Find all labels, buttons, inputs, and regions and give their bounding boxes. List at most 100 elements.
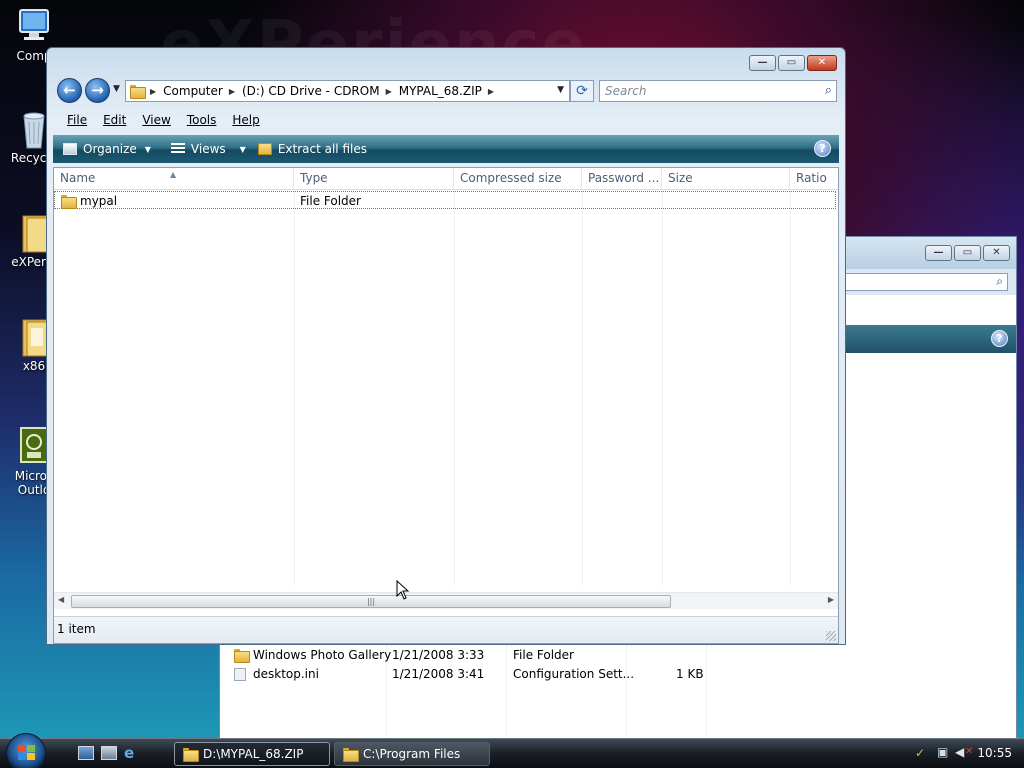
file-icon [234, 668, 246, 681]
windows-logo-icon [18, 745, 36, 761]
maximize-button[interactable]: ▭ [954, 245, 981, 261]
address-dropdown-icon[interactable]: ▼ [557, 85, 564, 95]
column-ratio[interactable]: Ratio [790, 168, 838, 189]
views-button[interactable]: Views ▼ [170, 142, 246, 156]
chevron-right-icon[interactable]: ▶ [150, 87, 156, 96]
column-type[interactable]: Type [294, 168, 454, 189]
chevron-down-icon: ▼ [239, 144, 246, 154]
views-icon [170, 143, 185, 155]
minimize-button[interactable]: — [749, 55, 776, 71]
breadcrumb-zip[interactable]: MYPAL_68.ZIP [399, 84, 482, 98]
refresh-button[interactable]: ⟳ [570, 80, 594, 102]
chevron-down-icon: ▼ [144, 144, 151, 154]
system-tray: ✓ ▣ ◀ ✕ 10:55 [909, 739, 1024, 768]
file-type: Configuration Sett... [513, 667, 635, 681]
zip-folder-icon [257, 143, 272, 155]
search-input[interactable]: Search ⌕ [599, 80, 837, 102]
breadcrumb-cd-drive[interactable]: (D:) CD Drive - CDROM [242, 84, 380, 98]
resize-grip[interactable] [826, 631, 836, 641]
folder-icon [343, 748, 359, 762]
file-date: 1/21/2008 3:33 [392, 648, 485, 662]
show-desktop-icon[interactable] [78, 746, 94, 760]
close-button[interactable]: ✕ [807, 55, 837, 71]
chevron-right-icon[interactable]: ▶ [229, 87, 235, 96]
column-compressed-size[interactable]: Compressed size [454, 168, 582, 189]
organize-button[interactable]: Organize ▼ [63, 142, 151, 156]
recent-pages-dropdown[interactable]: ▼ [113, 84, 120, 94]
network-icon[interactable]: ▣ [937, 745, 948, 759]
column-header: Name ▲ Type Compressed size Password ... … [54, 168, 838, 190]
taskbar-button-label: D:\MYPAL_68.ZIP [203, 747, 304, 761]
search-icon: ⌕ [996, 274, 1003, 288]
internet-explorer-icon[interactable]: e [124, 746, 140, 761]
mouse-cursor-icon [396, 580, 410, 600]
maximize-button[interactable]: ▭ [778, 55, 805, 71]
folder-icon [130, 85, 146, 99]
column-size[interactable]: Size [662, 168, 790, 189]
column-name[interactable]: Name ▲ [54, 168, 294, 189]
extract-label: Extract all files [277, 142, 367, 156]
explorer-window[interactable]: — ▭ ✕ ← → ▼ ▶ Computer ▶ (D:) CD Drive -… [46, 47, 846, 645]
search-icon[interactable]: ⌕ [825, 81, 832, 101]
file-name: desktop.ini [253, 667, 319, 681]
status-text: 1 item [57, 622, 96, 636]
mute-x-icon: ✕ [965, 746, 974, 757]
search-placeholder: Search [605, 84, 647, 98]
chevron-right-icon[interactable]: ▶ [488, 87, 494, 96]
taskbar-button-mypal-zip[interactable]: D:\MYPAL_68.ZIP [174, 742, 330, 766]
list-item[interactable]: Windows Photo Gallery 1/21/2008 3:33 Fil… [220, 646, 1016, 664]
row-name: mypal [80, 194, 118, 208]
file-name: Windows Photo Gallery [253, 648, 392, 662]
menu-help[interactable]: Help [232, 113, 259, 127]
taskbar-button-label: C:\Program Files [363, 747, 461, 761]
scroll-left-icon[interactable]: ◀ [58, 595, 64, 604]
column-password[interactable]: Password ... [582, 168, 662, 189]
security-icon[interactable]: ✓ [915, 746, 925, 760]
status-bar: 1 item [54, 616, 838, 643]
chevron-right-icon[interactable]: ▶ [386, 87, 392, 96]
start-button[interactable] [6, 733, 46, 768]
command-bar: Organize ▼ Views ▼ Extract all files ? [53, 135, 839, 163]
help-icon[interactable]: ? [814, 140, 831, 157]
horizontal-scrollbar[interactable]: ◀ ||| ▶ [54, 592, 838, 609]
help-icon[interactable]: ? [991, 330, 1008, 347]
file-date: 1/21/2008 3:41 [392, 667, 485, 681]
switch-windows-icon[interactable] [101, 746, 117, 760]
file-size: 1 KB [676, 667, 704, 681]
table-row[interactable]: mypal File Folder [54, 191, 836, 209]
back-button[interactable]: ← [57, 78, 82, 103]
scroll-right-icon[interactable]: ▶ [828, 595, 834, 604]
taskbar-button-program-files[interactable]: C:\Program Files [334, 742, 490, 766]
forward-arrow-icon: → [91, 81, 104, 99]
menu-tools[interactable]: Tools [187, 113, 217, 127]
refresh-icon: ⟳ [576, 83, 588, 99]
menu-file[interactable]: File [67, 113, 87, 127]
folder-icon [234, 648, 250, 663]
close-button[interactable]: ✕ [983, 245, 1010, 261]
minimize-button[interactable]: — [925, 245, 952, 261]
forward-button[interactable]: → [85, 78, 110, 103]
extract-all-files-button[interactable]: Extract all files [257, 142, 367, 156]
taskbar: e D:\MYPAL_68.ZIP C:\Program Files ✓ ▣ ◀… [0, 733, 1024, 768]
navigation-bar: ← → ▼ ▶ Computer ▶ (D:) CD Drive - CDROM… [55, 78, 837, 104]
back-arrow-icon: ← [63, 81, 76, 99]
computer-icon [17, 6, 51, 46]
volume-muted-icon[interactable]: ◀ [955, 745, 964, 759]
background-search-input[interactable]: ⌕ [828, 273, 1008, 291]
folder-icon [183, 748, 199, 762]
organize-label: Organize [83, 142, 137, 156]
row-type: File Folder [300, 194, 361, 208]
address-bar[interactable]: ▶ Computer ▶ (D:) CD Drive - CDROM ▶ MYP… [125, 80, 570, 102]
list-item[interactable]: desktop.ini 1/21/2008 3:41 Configuration… [220, 665, 1016, 683]
sort-arrow-icon: ▲ [170, 170, 177, 179]
file-list[interactable]: Name ▲ Type Compressed size Password ... … [53, 167, 839, 644]
breadcrumb-computer[interactable]: Computer [163, 84, 223, 98]
file-type: File Folder [513, 648, 574, 662]
organize-icon [63, 143, 77, 155]
clock[interactable]: 10:55 [977, 746, 1012, 760]
menu-view[interactable]: View [142, 113, 170, 127]
menu-bar: File Edit View Tools Help [53, 109, 839, 131]
scrollbar-thumb[interactable]: ||| [71, 595, 671, 608]
menu-edit[interactable]: Edit [103, 113, 126, 127]
views-label: Views [190, 142, 226, 156]
